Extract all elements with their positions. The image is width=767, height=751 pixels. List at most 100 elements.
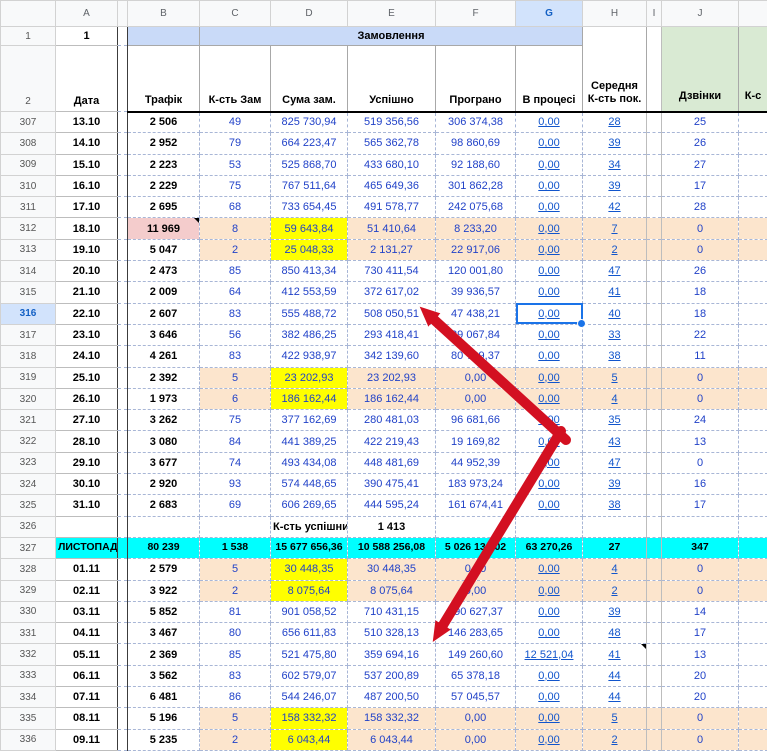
cell-X318[interactable]: [117, 345, 128, 368]
cell-date-310[interactable]: 16.10: [55, 174, 118, 198]
cell-date-328[interactable]: 01.11: [55, 558, 118, 581]
cell-X334[interactable]: [117, 686, 128, 709]
cell-calls-332[interactable]: 13: [661, 643, 739, 666]
cell-orders-319[interactable]: 5: [199, 366, 271, 389]
cell-avg-323[interactable]: 47: [582, 451, 647, 475]
cell-sum-336[interactable]: 6 043,44: [270, 728, 348, 751]
row-header-317[interactable]: 317: [0, 323, 56, 347]
cell-lost-307[interactable]: 306 374,38: [435, 110, 516, 134]
cell-orders-327[interactable]: 1 538: [199, 536, 271, 560]
cell-X326[interactable]: [117, 515, 128, 538]
cell-lost-313[interactable]: 22 917,06: [435, 238, 516, 262]
cell-inprogress-334[interactable]: 0,00: [515, 686, 583, 709]
cell-I325[interactable]: [646, 494, 662, 517]
cell-date-316[interactable]: 22.10: [55, 302, 118, 325]
cell-orders-330[interactable]: 81: [199, 600, 271, 624]
cell-avg-309[interactable]: 34: [582, 153, 647, 176]
cell-success-318[interactable]: 342 139,60: [347, 345, 436, 368]
cell-traffic-321[interactable]: 3 262: [127, 409, 200, 432]
col-header-hidden[interactable]: [117, 0, 128, 27]
cell-X310[interactable]: [117, 174, 128, 198]
cell-lost-322[interactable]: 19 169,82: [435, 430, 516, 453]
row-header-332[interactable]: 332: [0, 643, 56, 666]
cell-orders-323[interactable]: 74: [199, 451, 271, 475]
cell-calls-324[interactable]: 16: [661, 473, 739, 496]
cell-sum-327[interactable]: 15 677 656,36: [270, 536, 348, 560]
cell-sum-314[interactable]: 850 413,34: [270, 260, 348, 283]
cell-success-312[interactable]: 51 410,64: [347, 217, 436, 240]
cell-sum-323[interactable]: 493 434,08: [270, 451, 348, 475]
cell-traffic-318[interactable]: 4 261: [127, 345, 200, 368]
cell-K336[interactable]: [738, 728, 767, 751]
cell-sum-307[interactable]: 825 730,94: [270, 110, 348, 134]
cell-date-336[interactable]: 09.11: [55, 728, 118, 751]
cell-traffic-324[interactable]: 2 920: [127, 473, 200, 496]
cell-orders-317[interactable]: 56: [199, 323, 271, 347]
cell-date-332[interactable]: 05.11: [55, 643, 118, 666]
cell-I310[interactable]: [646, 174, 662, 198]
cell-sum-325[interactable]: 606 269,65: [270, 494, 348, 517]
cell-traffic-311[interactable]: 2 695: [127, 196, 200, 219]
cell-sum-311[interactable]: 733 654,45: [270, 196, 348, 219]
cell-avg-334[interactable]: 44: [582, 686, 647, 709]
cell-sum-333[interactable]: 602 579,07: [270, 664, 348, 688]
cell-lost-333[interactable]: 65 378,18: [435, 664, 516, 688]
cell-X323[interactable]: [117, 451, 128, 475]
cell-X315[interactable]: [117, 281, 128, 304]
cell-lost-327[interactable]: 5 026 130,02: [435, 536, 516, 560]
cell-avg-317[interactable]: 33: [582, 323, 647, 347]
header-success[interactable]: Успішно: [347, 45, 436, 113]
cell-success-329[interactable]: 8 075,64: [347, 579, 436, 602]
cell-traffic-316[interactable]: 2 607: [127, 302, 200, 325]
cell-lost-314[interactable]: 120 001,80: [435, 260, 516, 283]
cell-inprogress-315[interactable]: 0,00: [515, 281, 583, 304]
cell-orders-336[interactable]: 2: [199, 728, 271, 751]
cell-K326[interactable]: [738, 515, 767, 538]
cell-calls-318[interactable]: 11: [661, 345, 739, 368]
cell-K329[interactable]: [738, 579, 767, 602]
cell-inprogress-313[interactable]: 0,00: [515, 238, 583, 262]
cell-calls-317[interactable]: 22: [661, 323, 739, 347]
orders-band-header[interactable]: Замовлення: [199, 26, 583, 46]
cell-I312[interactable]: [646, 217, 662, 240]
cell-X320[interactable]: [117, 387, 128, 411]
col-header-C[interactable]: C: [199, 0, 271, 27]
cell-sum-309[interactable]: 525 868,70: [270, 153, 348, 176]
cell-I328[interactable]: [646, 558, 662, 581]
cell-calls-319[interactable]: 0: [661, 366, 739, 389]
cell-success-327[interactable]: 10 588 256,08: [347, 536, 436, 560]
cell-success-321[interactable]: 280 481,03: [347, 409, 436, 432]
cell-G326[interactable]: [515, 515, 583, 538]
row-header-326[interactable]: 326: [0, 515, 56, 538]
cell-avg-307[interactable]: 28: [582, 110, 647, 134]
cell-lost-329[interactable]: 0,00: [435, 579, 516, 602]
cell-success-308[interactable]: 565 362,78: [347, 132, 436, 155]
cell-K319[interactable]: [738, 366, 767, 389]
cell-sum-317[interactable]: 382 486,25: [270, 323, 348, 347]
cell-success-324[interactable]: 390 475,41: [347, 473, 436, 496]
cell-traffic-312[interactable]: 11 969: [127, 217, 200, 240]
row-header-335[interactable]: 335: [0, 707, 56, 730]
cell-calls-325[interactable]: 17: [661, 494, 739, 517]
cell-F326[interactable]: [435, 515, 516, 538]
cell-success-336[interactable]: 6 043,44: [347, 728, 436, 751]
cell-K310[interactable]: [738, 174, 767, 198]
cell-avg-332[interactable]: 41: [582, 643, 647, 666]
cell-K332[interactable]: [738, 643, 767, 666]
cell-orders-311[interactable]: 68: [199, 196, 271, 219]
row-header-313[interactable]: 313: [0, 238, 56, 262]
cell-inprogress-325[interactable]: 0,00: [515, 494, 583, 517]
cell-X322[interactable]: [117, 430, 128, 453]
cell-inprogress-333[interactable]: 0,00: [515, 664, 583, 688]
cell-orders-307[interactable]: 49: [199, 110, 271, 134]
cell-I331[interactable]: [646, 622, 662, 645]
row-header-323[interactable]: 323: [0, 451, 56, 475]
cell-inprogress-328[interactable]: 0,00: [515, 558, 583, 581]
cell-success-332[interactable]: 359 694,16: [347, 643, 436, 666]
cell-traffic-325[interactable]: 2 683: [127, 494, 200, 517]
cell-sum-328[interactable]: 30 448,35: [270, 558, 348, 581]
cell-orders-320[interactable]: 6: [199, 387, 271, 411]
cell-sum-312[interactable]: 59 643,84: [270, 217, 348, 240]
cell-inprogress-312[interactable]: 0,00: [515, 217, 583, 240]
cell-success-313[interactable]: 2 131,27: [347, 238, 436, 262]
